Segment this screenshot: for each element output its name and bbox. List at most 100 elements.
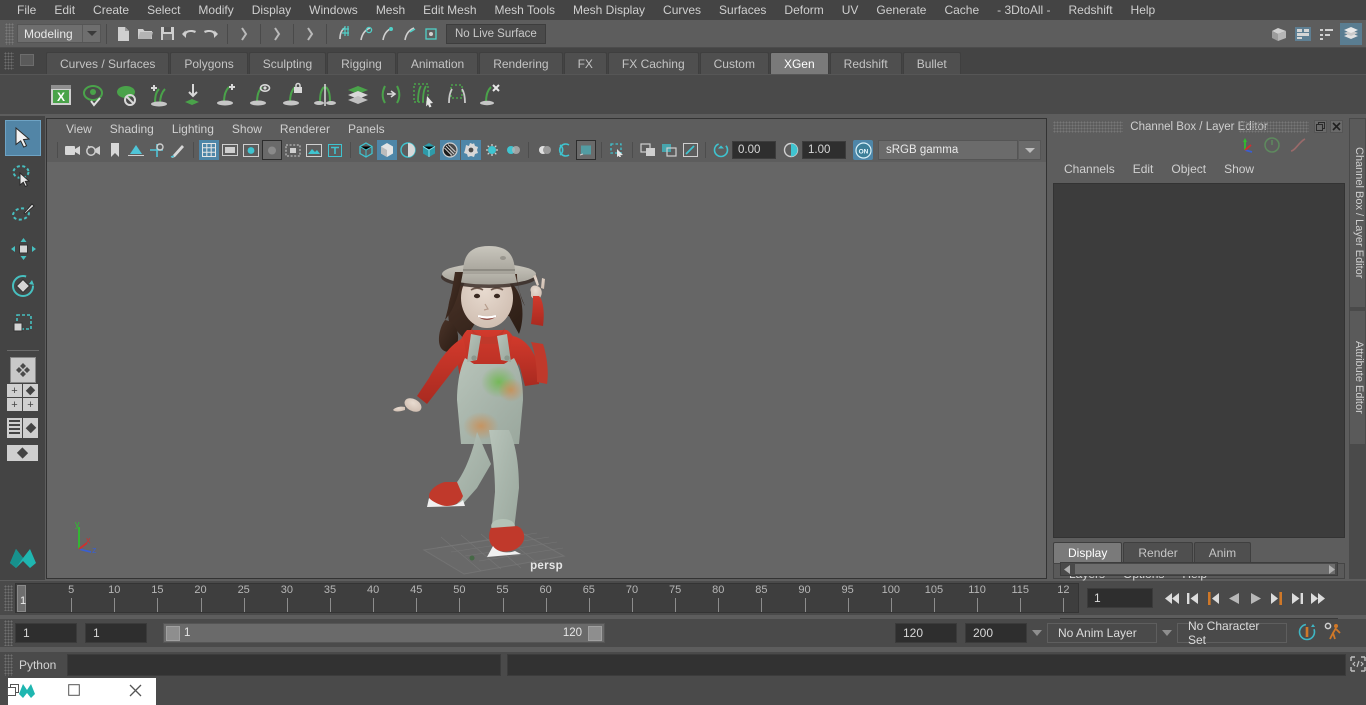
grid-toggle-icon[interactable] [199, 140, 219, 160]
smooth-shade-icon[interactable] [377, 140, 397, 160]
menu-mesh[interactable]: Mesh [367, 0, 414, 20]
convert-to-interactive-icon[interactable] [376, 80, 406, 110]
range-slider-bar[interactable]: 1 120 [163, 623, 605, 643]
scroll-thumb[interactable] [1075, 564, 1335, 574]
menu-deform[interactable]: Deform [775, 0, 832, 20]
status-line-grip[interactable] [5, 22, 14, 45]
play-backwards-icon[interactable] [1224, 587, 1244, 609]
viewport-menu-panels[interactable]: Panels [339, 122, 394, 136]
current-frame-field[interactable]: 1 [1087, 588, 1153, 608]
menu-cache[interactable]: Cache [935, 0, 988, 20]
menu-edit-mesh[interactable]: Edit Mesh [414, 0, 485, 20]
viewport-menu-renderer[interactable]: Renderer [271, 122, 339, 136]
undo-icon[interactable] [178, 23, 200, 45]
step-back-key-icon[interactable] [1203, 587, 1223, 609]
delete-guides-icon[interactable] [475, 80, 505, 110]
shaded-wireframe-icon[interactable] [398, 140, 418, 160]
range-slider-grip[interactable] [4, 620, 13, 646]
command-input-field[interactable] [66, 654, 502, 676]
snap-to-grid-icon[interactable] [332, 23, 354, 45]
menu-edit[interactable]: Edit [45, 0, 84, 20]
attribute-editor-icon[interactable] [1316, 23, 1338, 45]
live-surface-field[interactable]: No Live Surface [446, 23, 546, 44]
lighting-icon[interactable] [440, 140, 460, 160]
range-start-handle[interactable] [166, 626, 180, 641]
ambient-occlusion-icon[interactable] [482, 140, 502, 160]
isolate-select-icon[interactable] [576, 140, 596, 160]
paint-select-tool[interactable] [5, 194, 41, 230]
gamma-icon[interactable] [781, 140, 801, 160]
hud-text-icon[interactable] [325, 140, 345, 160]
modeling-toolkit-icon[interactable] [1268, 23, 1290, 45]
wireframe-icon[interactable] [356, 140, 376, 160]
menu-curves[interactable]: Curves [654, 0, 710, 20]
scroll-left-icon[interactable] [1061, 563, 1073, 575]
shelf-tab-animation[interactable]: Animation [396, 52, 479, 74]
chevron-down-icon[interactable] [1019, 140, 1041, 160]
snap-to-curve-icon[interactable] [354, 23, 376, 45]
play-forwards-icon[interactable] [1245, 587, 1265, 609]
chevron-down-icon[interactable] [82, 25, 100, 42]
shelf-tab-curves-surfaces[interactable]: Curves / Surfaces [46, 52, 170, 74]
shelf-tab-redshift[interactable]: Redshift [829, 52, 902, 74]
go-to-end-icon[interactable] [1308, 587, 1328, 609]
lasso-select-tool[interactable] [5, 157, 41, 193]
channel-box-menu-show[interactable]: Show [1215, 162, 1263, 176]
close-panel-icon[interactable] [1330, 120, 1343, 133]
range-start-time-field[interactable]: 1 [85, 623, 147, 643]
vtab-attribute-editor[interactable]: Attribute Editor [1349, 310, 1366, 445]
channel-box-menu-object[interactable]: Object [1162, 162, 1215, 176]
gamma-field[interactable]: 1.00 [802, 141, 846, 159]
channel-box-menu-channels[interactable]: Channels [1055, 162, 1124, 176]
guide-visibility-icon[interactable] [244, 80, 274, 110]
menu-windows[interactable]: Windows [300, 0, 367, 20]
vtab-channel-box-layer-editor[interactable]: Channel Box / Layer Editor [1349, 118, 1366, 308]
shelf-collapse-button[interactable] [20, 54, 34, 66]
animation-end-time-field[interactable]: 200 [965, 623, 1027, 643]
scroll-right-icon[interactable] [1325, 563, 1337, 575]
layer-icon[interactable] [343, 80, 373, 110]
anim-layer-chevron-down-icon[interactable] [1027, 623, 1047, 643]
step-forward-key-icon[interactable] [1266, 587, 1286, 609]
viewport-screenshot-icon[interactable] [680, 140, 700, 160]
preview-refresh-icon[interactable] [79, 80, 109, 110]
shelf-tab-fx-caching[interactable]: FX Caching [607, 52, 699, 74]
command-result-field[interactable] [507, 654, 1346, 676]
viewport-3d-canvas[interactable]: y z x persp [47, 162, 1046, 578]
menu-mesh-tools[interactable]: Mesh Tools [486, 0, 564, 20]
select-by-object-icon[interactable] [266, 23, 288, 45]
panel-grip-left[interactable] [1053, 121, 1123, 133]
xray-active-components-icon[interactable] [659, 140, 679, 160]
go-to-start-icon[interactable] [1161, 587, 1181, 609]
step-back-frame-icon[interactable] [1182, 587, 1202, 609]
image-plane-icon[interactable] [126, 140, 146, 160]
exposure-field[interactable]: 0.00 [732, 141, 776, 159]
channel-box-list[interactable] [1053, 183, 1345, 538]
close-icon[interactable] [129, 684, 142, 700]
panel-grip-right[interactable] [1239, 121, 1309, 133]
move-tool[interactable] [5, 231, 41, 267]
viewport-menu-view[interactable]: View [57, 122, 101, 136]
curve-editor-icon[interactable] [1289, 136, 1307, 157]
snap-to-view-plane-icon[interactable] [420, 23, 442, 45]
shelf-tab-sculpting[interactable]: Sculpting [248, 52, 327, 74]
shelf-tab-bullet[interactable]: Bullet [902, 52, 961, 74]
layer-tab-render[interactable]: Render [1123, 542, 1193, 563]
menu-generate[interactable]: Generate [867, 0, 935, 20]
shelf-tab-rendering[interactable]: Rendering [479, 52, 563, 74]
character-set-chevron-down-icon[interactable] [1157, 623, 1177, 643]
lock-guide-icon[interactable] [277, 80, 307, 110]
2d-pan-zoom-icon[interactable] [147, 140, 167, 160]
exposure-icon[interactable] [711, 140, 731, 160]
layout-persp-icon[interactable] [6, 445, 40, 461]
new-scene-icon[interactable] [112, 23, 134, 45]
script-editor-icon[interactable] [1350, 655, 1366, 675]
select-tool[interactable] [4, 120, 41, 156]
menu-display[interactable]: Display [243, 0, 300, 20]
xgen-editor-icon[interactable]: X [46, 80, 76, 110]
channel-box-layer-editor-icon[interactable] [1292, 23, 1314, 45]
save-scene-icon[interactable] [156, 23, 178, 45]
menu-3dtoall[interactable]: - 3DtoAll - [988, 0, 1059, 20]
shadows-icon[interactable] [461, 140, 481, 160]
time-slider-grip[interactable] [4, 585, 13, 611]
